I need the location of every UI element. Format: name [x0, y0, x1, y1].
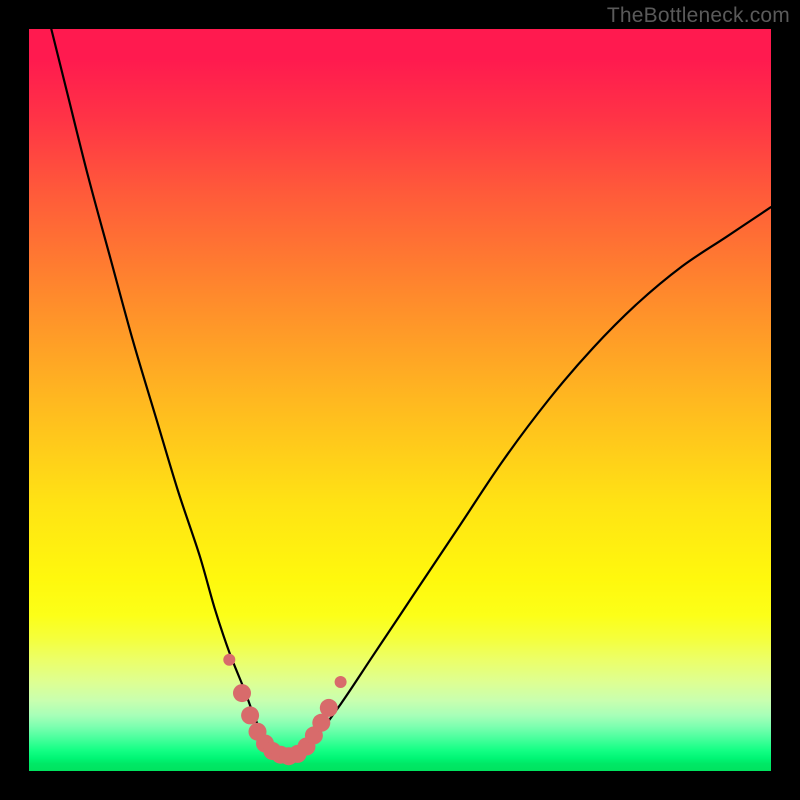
chart-frame: TheBottleneck.com	[0, 0, 800, 800]
curve-marker	[241, 706, 259, 724]
curve-marker	[233, 684, 251, 702]
plot-area	[29, 29, 771, 771]
curve-marker	[320, 699, 338, 717]
curve-markers	[223, 654, 346, 766]
curve-marker	[335, 676, 347, 688]
watermark-text: TheBottleneck.com	[607, 4, 790, 28]
chart-svg	[29, 29, 771, 771]
bottleneck-curve	[51, 29, 771, 756]
curve-marker	[223, 654, 235, 666]
